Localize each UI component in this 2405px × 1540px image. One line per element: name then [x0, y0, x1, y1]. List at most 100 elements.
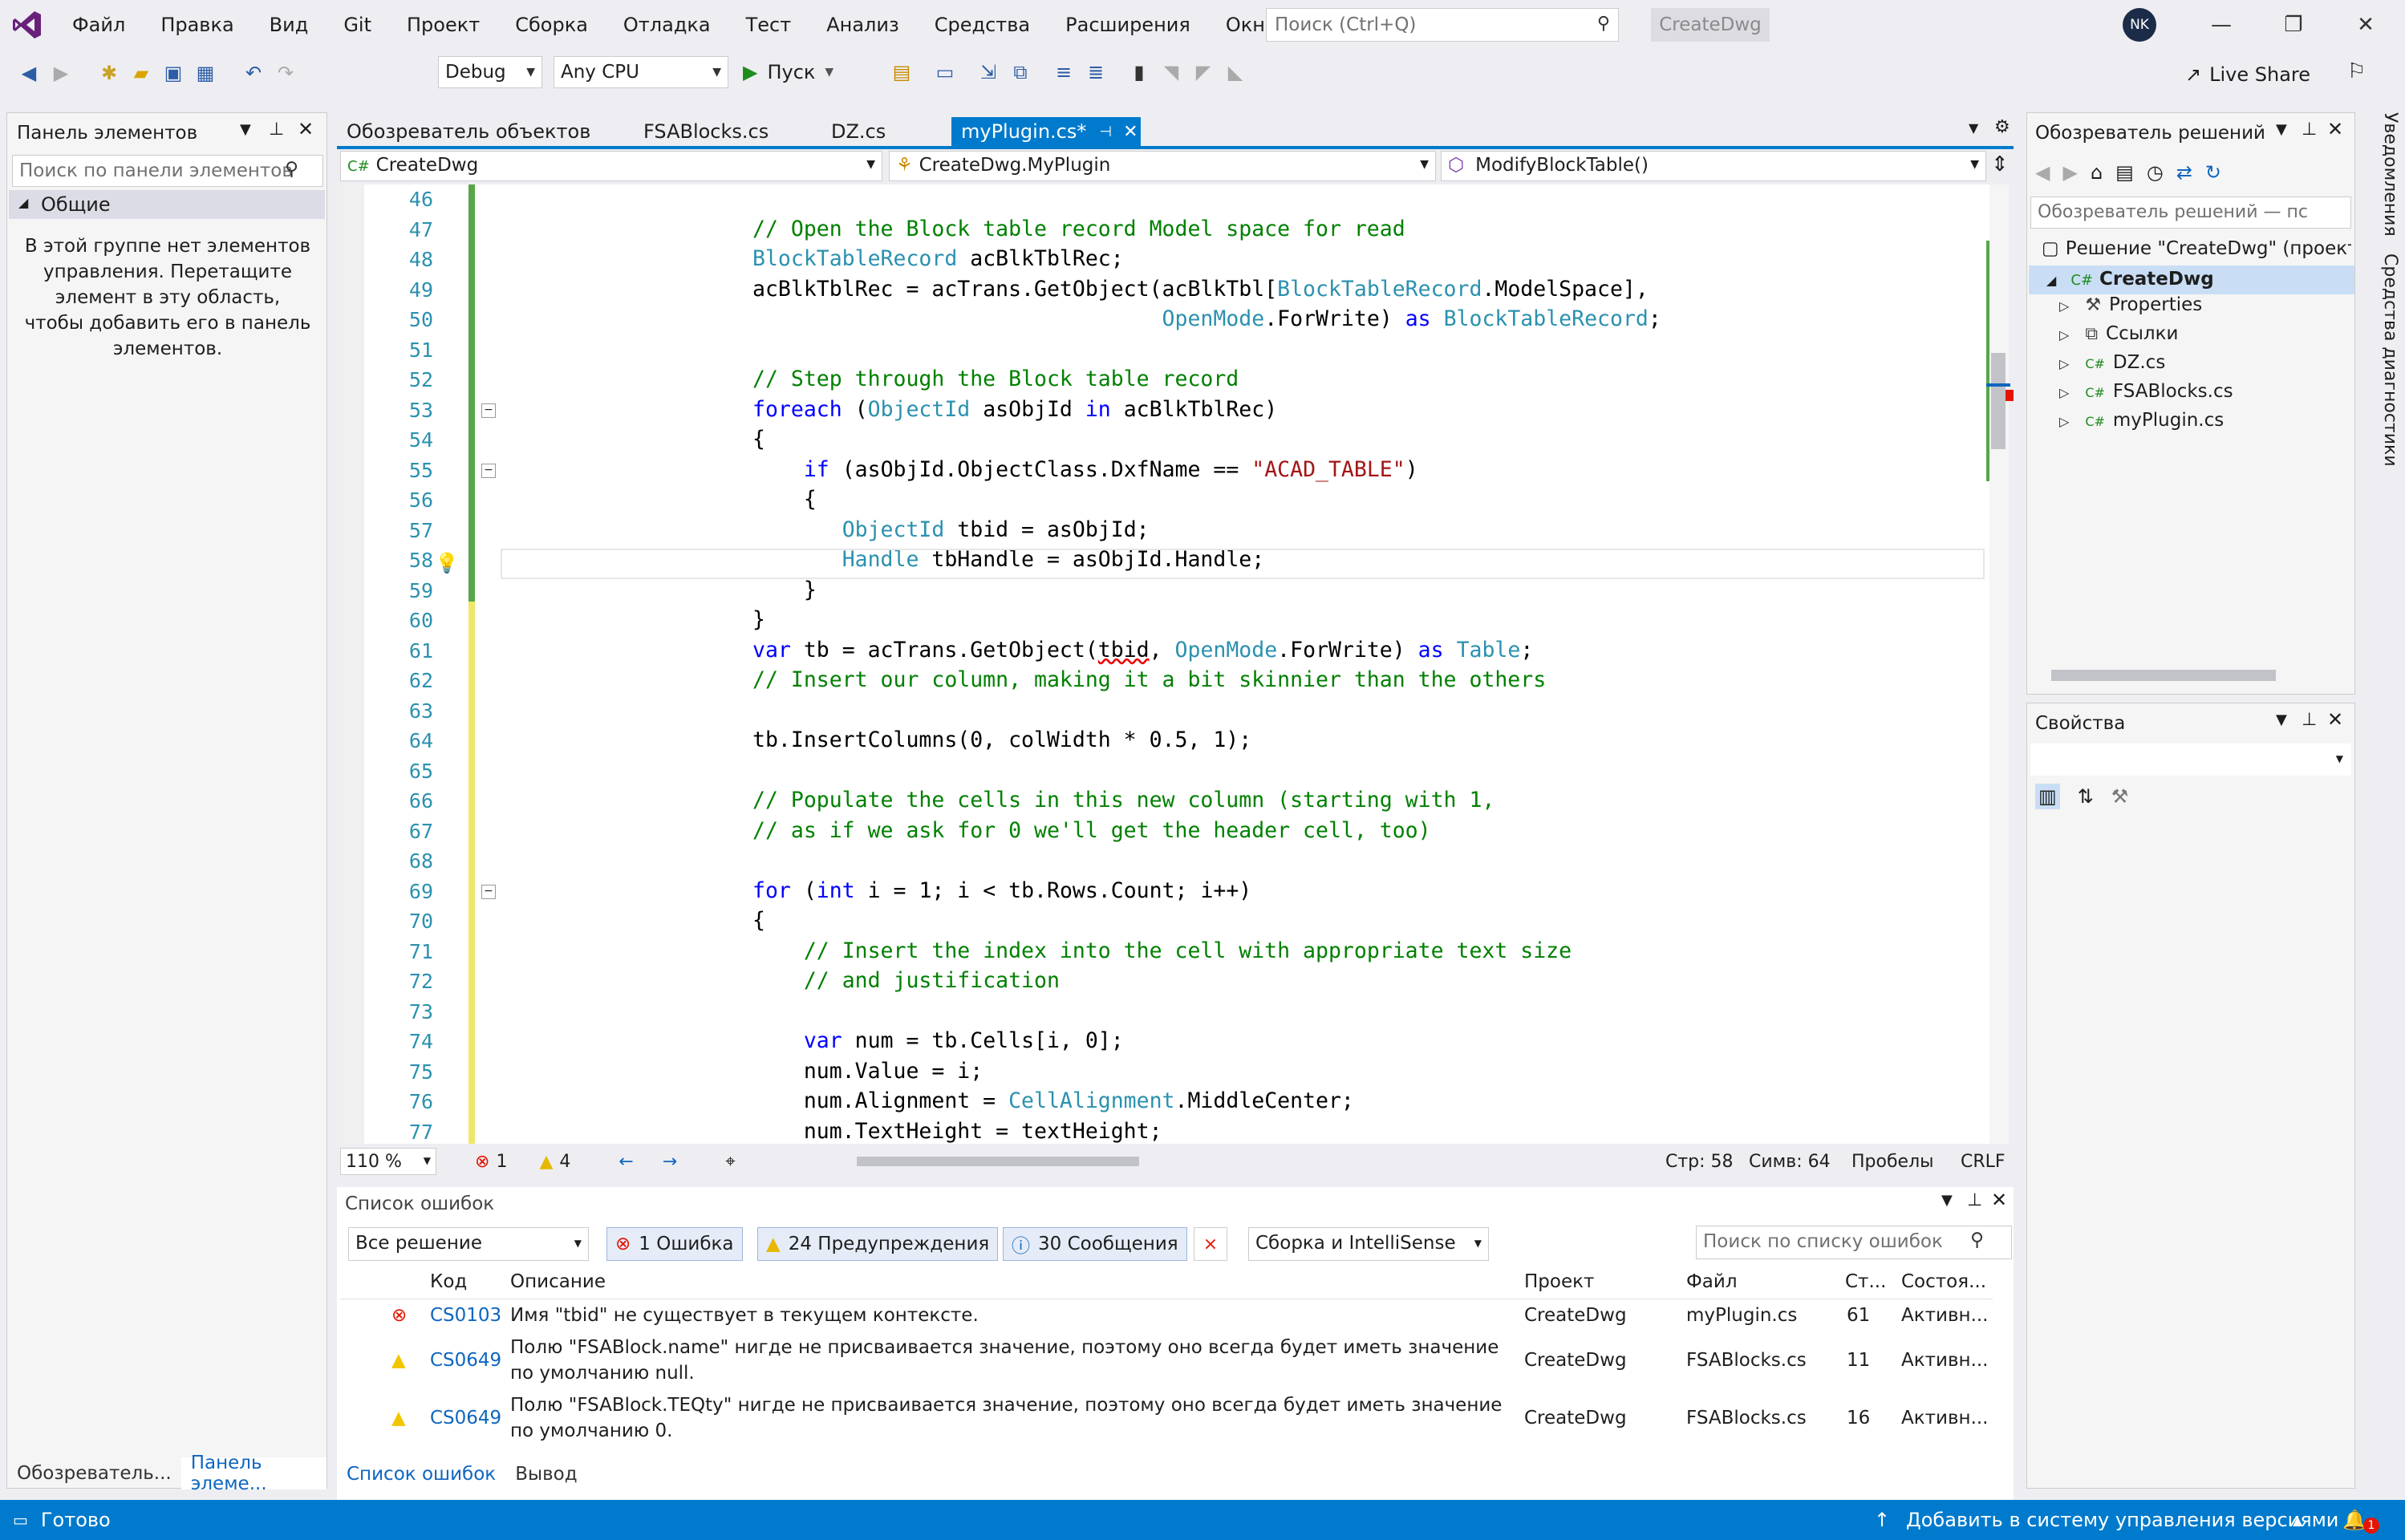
nav-back-icon[interactable]: ←: [618, 1152, 633, 1172]
code-line[interactable]: {: [752, 427, 765, 452]
col-code[interactable]: Код: [430, 1271, 467, 1292]
menu-item[interactable]: Отладка: [606, 0, 728, 50]
eol-indicator[interactable]: CRLF: [1961, 1152, 2006, 1172]
redo-icon[interactable]: ↷: [270, 57, 302, 89]
code-line[interactable]: // and justification: [752, 968, 1060, 993]
code-line[interactable]: OpenMode.ForWrite) as BlockTableRecord;: [752, 306, 1661, 331]
vcs-button[interactable]: Добавить в систему управления версиями: [1906, 1509, 2338, 1531]
new-project-icon[interactable]: ✱: [93, 57, 125, 89]
menu-item[interactable]: Сборка: [497, 0, 606, 50]
tab-error-list[interactable]: Список ошибок: [337, 1458, 506, 1490]
solution-item[interactable]: ▷ C# myPlugin.cs: [2059, 410, 2224, 431]
scope-dropdown[interactable]: Все решение ▼: [348, 1227, 589, 1261]
tab-myplugin[interactable]: myPlugin.cs* ⊣ ✕: [951, 117, 1141, 146]
class-dropdown[interactable]: ⚘ CreateDwg.MyPlugin ▼: [889, 151, 1436, 181]
nav-forward-icon[interactable]: →: [663, 1152, 677, 1172]
member-dropdown[interactable]: ⬡ ModifyBlockTable() ▼: [1441, 151, 1986, 181]
solution-item[interactable]: ▷ ⧉ Ссылки: [2059, 323, 2178, 344]
pin-icon[interactable]: ⊥: [2302, 120, 2317, 140]
visual-studio-logo-icon[interactable]: [0, 0, 55, 50]
messages-filter-button[interactable]: ⓘ 30 Сообщения: [1003, 1227, 1187, 1261]
col-project[interactable]: Проект: [1524, 1271, 1594, 1292]
code-line[interactable]: tb.InsertColumns(0, colWidth * 0.5, 1);: [752, 727, 1251, 752]
menu-item[interactable]: Средства: [917, 0, 1048, 50]
expand-arrow-icon[interactable]: ▷: [2059, 327, 2069, 342]
outdent-icon[interactable]: ≣: [1080, 56, 1112, 88]
code-line[interactable]: var num = tb.Cells[i, 0];: [752, 1028, 1124, 1053]
save-all-icon[interactable]: ▦: [189, 57, 221, 89]
col-description[interactable]: Описание: [510, 1271, 606, 1292]
tab-fsablocks[interactable]: FSABlocks.cs: [634, 117, 810, 146]
pin-icon[interactable]: ⊥: [2302, 710, 2317, 730]
sync-icon[interactable]: ⇄: [2176, 161, 2192, 184]
zoom-dropdown[interactable]: 110 % ▼: [340, 1148, 436, 1175]
find-in-files-icon[interactable]: ▤: [886, 56, 918, 88]
start-button[interactable]: ▶ Пуск ▼: [743, 56, 833, 88]
close-icon[interactable]: ✕: [2327, 118, 2343, 140]
pin-icon[interactable]: ⊥: [1967, 1190, 1982, 1210]
menu-item[interactable]: Проект: [389, 0, 497, 50]
search-input[interactable]: Поиск (Ctrl+Q) ⚲: [1266, 8, 1619, 42]
code-line[interactable]: // Insert the index into the cell with a…: [752, 938, 1572, 963]
code-line[interactable]: if (asObjId.ObjectClass.DxfName == "ACAD…: [752, 457, 1418, 482]
code-line[interactable]: for (int i = 1; i < tb.Rows.Count; i++): [752, 878, 1251, 903]
restore-button[interactable]: ❐: [2257, 0, 2330, 50]
tab-dz[interactable]: DZ.cs: [821, 117, 942, 146]
code-line[interactable]: foreach (ObjectId asObjId in acBlkTblRec…: [752, 397, 1277, 422]
code-line[interactable]: num.Alignment = CellAlignment.MiddleCent…: [752, 1088, 1354, 1113]
code-line[interactable]: // Insert our column, making it a bit sk…: [752, 667, 1546, 692]
home-icon[interactable]: ⌂: [2091, 161, 2103, 184]
save-icon[interactable]: ▣: [157, 57, 189, 89]
tab-object-browser-doc[interactable]: Обозреватель объектов: [337, 117, 618, 146]
code-line[interactable]: // Step through the Block table record: [752, 367, 1239, 391]
categorized-icon[interactable]: ▥: [2035, 784, 2060, 809]
code-line[interactable]: }: [752, 607, 765, 632]
code-line[interactable]: // Open the Block table record Model spa…: [752, 217, 1405, 241]
diagnostics-side-tab[interactable]: Средства диагностики: [2360, 253, 2400, 467]
history-icon[interactable]: ◷: [2147, 161, 2164, 184]
code-line[interactable]: {: [752, 487, 817, 512]
refresh-icon[interactable]: ↻: [2205, 161, 2221, 184]
screen-icon[interactable]: ▭: [929, 56, 961, 88]
solution-item[interactable]: ▷ C# FSABlocks.cs: [2059, 381, 2233, 402]
project-dropdown[interactable]: C# CreateDwg ▼: [340, 151, 882, 181]
source-dropdown[interactable]: Сборка и IntelliSense ▼: [1248, 1227, 1489, 1261]
upload-icon[interactable]: ↑: [1874, 1509, 1890, 1531]
solution-item[interactable]: ▷ C# DZ.cs: [2059, 352, 2165, 373]
solution-node[interactable]: ▢ Решение "CreateDwg" (проекты: [2037, 238, 2351, 259]
forward-icon[interactable]: ▶: [2062, 161, 2077, 184]
next-bookmark-icon[interactable]: ◤: [1187, 56, 1219, 88]
code-line[interactable]: // as if we ask for 0 we'll get the head…: [752, 818, 1431, 843]
split-icon[interactable]: ⇕: [1991, 152, 2009, 176]
menu-item[interactable]: Git: [326, 0, 389, 50]
tab-output[interactable]: Вывод: [505, 1464, 586, 1485]
vertical-scrollbar[interactable]: [1989, 184, 2009, 1144]
indent-icon[interactable]: ≡: [1048, 56, 1080, 88]
fold-toggle-icon[interactable]: −: [481, 463, 496, 478]
cleanup-icon[interactable]: ⌖: [725, 1152, 735, 1172]
expand-arrow-icon[interactable]: ▷: [2059, 298, 2069, 314]
menu-item[interactable]: Файл: [55, 0, 143, 50]
horizontal-scroll-thumb[interactable]: [857, 1157, 1139, 1166]
close-window-button[interactable]: ✕: [2330, 0, 2402, 50]
menu-item[interactable]: Анализ: [809, 0, 917, 50]
platform-dropdown[interactable]: Any CPU ▼: [554, 56, 728, 88]
panel-menu-icon[interactable]: ▼: [1941, 1192, 1953, 1209]
error-code-link[interactable]: CS0103: [430, 1303, 501, 1328]
settings-gear-icon[interactable]: ⚙: [1994, 117, 2010, 137]
code-line[interactable]: {: [752, 908, 765, 933]
solution-search-input[interactable]: Обозреватель решений — пс: [2030, 197, 2351, 229]
tab-overflow-icon[interactable]: ▼: [1969, 120, 1978, 136]
prev-bookmark-icon[interactable]: ◥: [1155, 56, 1187, 88]
back-icon[interactable]: ◀: [2035, 161, 2050, 184]
expand-arrow-icon[interactable]: ▷: [2059, 385, 2069, 400]
warning-icon[interactable]: ▲: [539, 1152, 553, 1172]
switch-views-icon[interactable]: ▤: [2115, 161, 2134, 184]
code-line[interactable]: var tb = acTrans.GetObject(tbid, OpenMod…: [752, 638, 1533, 663]
close-icon[interactable]: ✕: [1991, 1189, 2007, 1211]
menu-item[interactable]: Тест: [728, 0, 809, 50]
solution-item[interactable]: ▷ ⚒ Properties: [2059, 294, 2202, 315]
object-selector[interactable]: ▼: [2030, 744, 2351, 776]
warnings-filter-button[interactable]: ▲ 24 Предупреждения: [757, 1227, 999, 1261]
error-code-link[interactable]: CS0649: [430, 1405, 501, 1431]
